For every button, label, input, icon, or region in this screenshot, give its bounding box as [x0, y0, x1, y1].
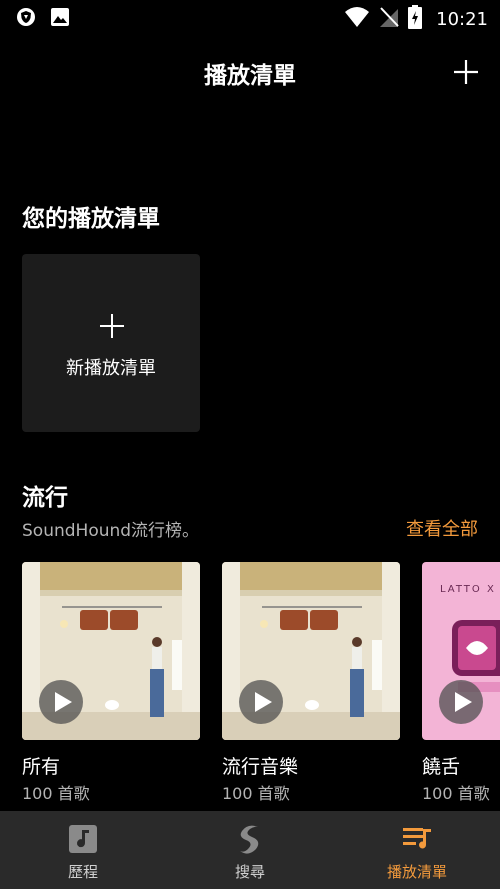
song-count: 100 首歌: [22, 784, 90, 802]
status-bar: 10:21: [0, 0, 500, 34]
nav-playlists[interactable]: 播放清單: [334, 811, 500, 889]
see-all-link[interactable]: 查看全部: [406, 515, 478, 541]
playlist-name: 所有: [22, 756, 61, 778]
nav-label: 播放清單: [386, 863, 447, 881]
image-icon: [50, 7, 70, 31]
album-art-text: LATTO X M: [440, 584, 500, 595]
nav-search[interactable]: 搜尋: [167, 811, 333, 889]
trending-title: 流行: [22, 485, 68, 511]
new-playlist-label: 新播放清單: [66, 358, 156, 379]
soundhound-logo-icon: [240, 825, 259, 854]
plus-icon: [454, 60, 478, 84]
trending-subtitle: SoundHound流行榜。: [22, 521, 200, 541]
song-count: 100 首歌: [222, 784, 290, 802]
playlist-name: 饒舌: [422, 756, 461, 778]
no-sim-icon: [378, 6, 400, 32]
play-button[interactable]: [39, 680, 83, 724]
shield-icon: [16, 7, 36, 31]
nav-label: 搜尋: [234, 863, 265, 881]
play-button[interactable]: [439, 680, 483, 724]
page-title: 播放清單: [204, 63, 296, 89]
battery-charging-icon: [408, 5, 423, 33]
play-icon: [255, 692, 272, 712]
nav-label: 歷程: [67, 863, 98, 881]
play-button[interactable]: [239, 680, 283, 724]
trending-carousel[interactable]: 所有 100 首歌 流行音樂 100 首歌 LATTO X 饒舌 100 首歌: [22, 562, 500, 802]
play-icon: [55, 692, 72, 712]
plus-icon: [100, 314, 124, 338]
app-bar: 播放清單: [0, 44, 500, 100]
playlist-name: 流行音樂: [222, 756, 299, 778]
status-time: 10:21: [436, 8, 488, 30]
song-count: 100 首歌: [422, 784, 490, 802]
nav-history[interactable]: 歷程: [0, 811, 166, 889]
play-icon: [455, 692, 472, 712]
new-playlist-button[interactable]: 新播放清單: [22, 254, 200, 432]
add-playlist-button[interactable]: [452, 58, 480, 86]
playlist-icon: [403, 828, 431, 849]
your-playlists-title: 您的播放清單: [22, 206, 160, 232]
bottom-navigation: 歷程 搜尋 播放清單: [0, 811, 500, 889]
wifi-icon: [344, 6, 370, 32]
music-note-icon: [69, 825, 97, 853]
